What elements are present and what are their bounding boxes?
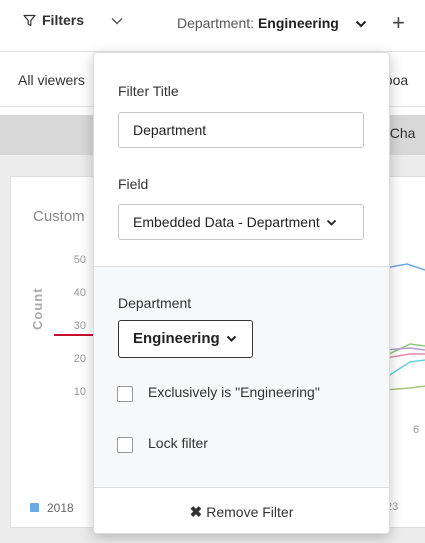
filter-edit-popover: Filter Title Field Embedded Data - Depar… bbox=[93, 52, 390, 534]
add-filter-button[interactable]: + bbox=[392, 12, 405, 34]
field-select-value: Embedded Data - Department bbox=[133, 214, 320, 230]
chevron-down-icon[interactable] bbox=[355, 18, 367, 30]
x-tick: 6 bbox=[413, 424, 420, 436]
value-label: Department bbox=[118, 295, 192, 311]
popover-footer: ✖ Remove Filter bbox=[94, 487, 389, 533]
remove-filter-button[interactable]: ✖ Remove Filter bbox=[94, 488, 389, 533]
department-filter-chip[interactable]: Department: Engineering bbox=[177, 15, 339, 31]
department-value-text: Engineering bbox=[133, 330, 220, 347]
series-line-teal bbox=[385, 359, 425, 379]
widget-title: Custom bbox=[33, 208, 85, 225]
remove-filter-label: Remove Filter bbox=[206, 504, 294, 520]
exclusive-label[interactable]: Exclusively is "Engineering" bbox=[148, 384, 320, 400]
filter-settings-section: Filter Title Field Embedded Data - Depar… bbox=[94, 53, 389, 267]
chevron-down-icon[interactable] bbox=[110, 14, 124, 28]
series-line-pink bbox=[385, 353, 425, 359]
department-chip-prefix: Department: bbox=[177, 15, 258, 31]
field-label: Field bbox=[118, 176, 149, 192]
y-tick: 50 bbox=[73, 254, 86, 266]
exclusive-checkbox[interactable] bbox=[117, 386, 133, 402]
filters-label: Filters bbox=[42, 12, 85, 28]
y-tick: 40 bbox=[73, 287, 86, 299]
series-line-blue bbox=[385, 263, 425, 271]
chevron-down-icon bbox=[326, 219, 336, 226]
legend-label: 2018 bbox=[47, 501, 74, 515]
y-axis-label: Count bbox=[30, 287, 45, 330]
series-line-purple bbox=[385, 347, 425, 351]
all-viewers-link[interactable]: All viewers bbox=[18, 72, 85, 88]
y-tick: 10 bbox=[73, 386, 86, 398]
filter-title-label: Filter Title bbox=[118, 83, 179, 99]
close-icon: ✖ bbox=[189, 504, 203, 521]
department-value-select[interactable]: Engineering bbox=[118, 320, 253, 358]
filter-title-input[interactable] bbox=[118, 112, 364, 148]
y-tick: 20 bbox=[73, 353, 86, 365]
lock-filter-checkbox[interactable] bbox=[117, 437, 133, 453]
filters-button[interactable]: Filters bbox=[23, 12, 84, 28]
field-select[interactable]: Embedded Data - Department bbox=[118, 204, 364, 240]
filter-bar: Filters Department: Engineering + bbox=[0, 0, 425, 52]
series-line-olive bbox=[385, 385, 425, 391]
chevron-down-icon bbox=[226, 335, 236, 342]
filter-funnel-icon bbox=[23, 14, 36, 26]
department-chip-value: Engineering bbox=[257, 15, 339, 31]
lock-filter-label[interactable]: Lock filter bbox=[148, 435, 208, 451]
chart-lines bbox=[385, 263, 425, 391]
legend-swatch bbox=[30, 503, 39, 512]
